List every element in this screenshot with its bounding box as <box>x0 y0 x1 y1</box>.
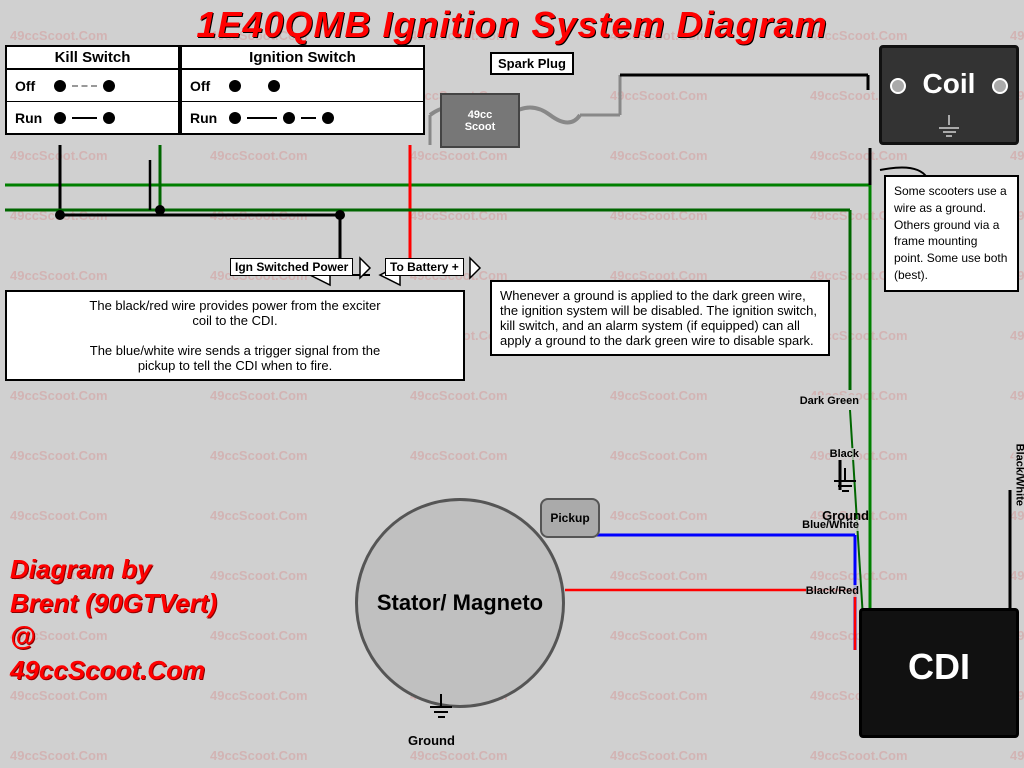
kill-off-dot2 <box>103 80 115 92</box>
key-label: 49ccScoot <box>465 109 496 133</box>
kill-off-label: Off <box>15 78 50 94</box>
stator-circle: Stator/ Magneto <box>355 498 565 708</box>
ign-switch-run-row: Run <box>182 102 423 134</box>
kill-off-diagram <box>54 80 115 92</box>
coil-box: Coil <box>879 45 1019 145</box>
black-wire-label: Black <box>830 448 859 460</box>
ign-switched-power-label: Ign Switched Power <box>230 258 353 276</box>
dark-green-wire-label: Dark Green <box>800 395 859 407</box>
to-battery-label: To Battery + <box>385 258 464 276</box>
ignition-switch-box: Ignition Switch Off Run <box>180 45 425 135</box>
pickup-label: Pickup <box>550 511 589 525</box>
ign-run-dot1 <box>229 112 241 124</box>
stator-label: Stator/ Magneto <box>377 590 543 616</box>
annotation-right-text: Some scooters use a wire as a ground. Ot… <box>894 184 1007 282</box>
kill-off-dot1 <box>54 80 66 92</box>
ign-run-dot3 <box>322 112 334 124</box>
annotation-center: Whenever a ground is applied to the dark… <box>490 280 830 356</box>
cdi-label: CDI <box>862 611 1016 688</box>
annotation-right: Some scooters use a wire as a ground. Ot… <box>884 175 1019 292</box>
ground-symbol-1 <box>834 468 856 492</box>
ign-run-dot2 <box>283 112 295 124</box>
annotation-left-line2: coil to the CDI. <box>15 313 455 328</box>
pickup-bump: Pickup <box>540 498 600 538</box>
kill-run-dot2 <box>103 112 115 124</box>
kill-run-diagram <box>54 112 115 124</box>
kill-run-dot1 <box>54 112 66 124</box>
ground-symbol-2 <box>430 694 452 718</box>
diagram-container: 49ccScoot.Com 1E40QMB Ignition System Di… <box>0 0 1024 768</box>
diagram-by-line3: @ <box>10 620 217 654</box>
coil-terminal-left <box>890 78 906 94</box>
kill-switch-off-row: Off <box>7 70 178 102</box>
key-shape: 49ccScoot <box>440 93 520 148</box>
diagram-by-line1: Diagram by <box>10 553 217 587</box>
annotation-left-line1: The black/red wire provides power from t… <box>15 298 455 313</box>
kill-switch-label: Kill Switch <box>7 47 178 70</box>
cdi-box: CDI <box>859 608 1019 738</box>
coil-ground <box>939 115 959 137</box>
black-red-wire-label: Black/Red <box>806 585 859 597</box>
ign-run-diagram <box>229 112 334 124</box>
kill-switch-run-row: Run <box>7 102 178 134</box>
annotation-left: The black/red wire provides power from t… <box>5 290 465 381</box>
ign-off-label: Off <box>190 78 225 94</box>
coil-terminal-right <box>992 78 1008 94</box>
diagram-by: Diagram by Brent (90GTVert) @ 49ccScoot.… <box>10 553 217 688</box>
annotation-left-line5: pickup to tell the CDI when to fire. <box>15 358 455 373</box>
annotation-left-line4: The blue/white wire sends a trigger sign… <box>15 343 455 358</box>
ign-off-dot1 <box>229 80 241 92</box>
page-title: 1E40QMB Ignition System Diagram <box>0 4 1024 46</box>
kill-run-label: Run <box>15 110 50 126</box>
spark-plug-label: Spark Plug <box>490 52 574 75</box>
ign-switch-off-row: Off <box>182 70 423 102</box>
ground-label-2: Ground <box>408 733 455 748</box>
black-white-wire-label: Black/White <box>1013 444 1024 506</box>
ign-off-diagram <box>229 80 280 92</box>
diagram-by-line4: 49ccScoot.Com <box>10 654 217 688</box>
ign-run-label: Run <box>190 110 225 126</box>
ign-off-dot2 <box>268 80 280 92</box>
ground-label-1: Ground <box>822 508 869 523</box>
ignition-switch-label: Ignition Switch <box>182 47 423 70</box>
annotation-center-text: Whenever a ground is applied to the dark… <box>500 288 817 348</box>
diagram-by-line2: Brent (90GTVert) <box>10 587 217 621</box>
kill-switch-box: Kill Switch Off Run <box>5 45 180 135</box>
